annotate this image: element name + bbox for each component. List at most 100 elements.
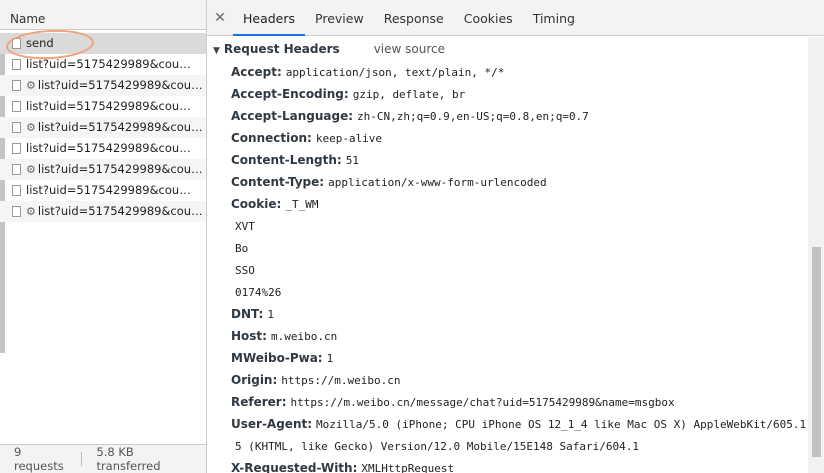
- header-row: X-Requested-With: XMLHttpRequest: [207, 457, 808, 473]
- tab-preview[interactable]: Preview: [305, 0, 374, 36]
- header-row: Origin: https://m.weibo.cn: [207, 369, 808, 391]
- request-row[interactable]: ⚙ list?uid=5175429989&coun...: [0, 75, 206, 96]
- file-icon: [12, 185, 21, 196]
- header-value: 5 (KHTML, like Gecko) Version/12.0 Mobil…: [235, 440, 639, 453]
- request-name: list?uid=5175429989&coun...: [37, 78, 206, 92]
- header-value: Mozilla/5.0 (iPhone; CPU iPhone OS 12_1_…: [316, 418, 808, 431]
- header-value: 51: [345, 154, 359, 167]
- header-key: DNT:: [231, 307, 264, 321]
- header-row: Cookie: _T_WM: [207, 193, 808, 215]
- header-row: Accept-Encoding: gzip, deflate, br: [207, 83, 808, 105]
- header-value: XMLHttpRequest: [361, 462, 455, 473]
- request-row[interactable]: list?uid=5175429989&count=...: [0, 138, 206, 159]
- header-value: zh-CN,zh;q=0.9,en-US;q=0.8,en;q=0.7: [357, 110, 589, 123]
- file-icon: [12, 122, 21, 133]
- status-bar: 9 requests 5.8 KB transferred: [0, 444, 206, 473]
- header-value: application/json, text/plain, */*: [285, 66, 505, 79]
- request-row[interactable]: ⚙ list?uid=5175429989&coun...: [0, 159, 206, 180]
- header-row: Content-Type: application/x-www-form-urle…: [207, 171, 808, 193]
- header-value: SSO: [235, 264, 255, 277]
- header-key: User-Agent:: [231, 417, 313, 431]
- details-tabbar: ✕ Headers Preview Response Cookies Timing: [207, 0, 824, 36]
- header-value: 1: [267, 308, 274, 321]
- section-title: Request Headers: [223, 42, 340, 56]
- header-value: _T_WM: [285, 198, 319, 211]
- file-icon: [12, 59, 21, 70]
- file-icon: [12, 206, 21, 217]
- header-key: Accept:: [231, 65, 282, 79]
- header-row: Content-Length: 51: [207, 149, 808, 171]
- scrollbar-thumb[interactable]: [812, 247, 821, 457]
- header-value: https://m.weibo.cn/message/chat?uid=5175…: [290, 396, 675, 409]
- header-row: Referer: https://m.weibo.cn/message/chat?…: [207, 391, 808, 413]
- file-icon: [12, 80, 21, 91]
- header-value: gzip, deflate, br: [352, 88, 466, 101]
- request-list-panel: Name send list?uid=5175429989&count=... ⚙ l…: [0, 0, 207, 473]
- headers-content: ▼ Request Headers view source Accept: appli…: [207, 37, 808, 473]
- header-key: Referer:: [231, 395, 287, 409]
- caret-down-icon[interactable]: ▼: [213, 46, 220, 56]
- request-row[interactable]: list?uid=5175429989&count=...: [0, 180, 206, 201]
- close-icon[interactable]: ✕: [207, 10, 233, 26]
- header-value: m.weibo.cn: [270, 330, 338, 343]
- gear-icon: ⚙: [26, 121, 36, 134]
- tab-cookies[interactable]: Cookies: [454, 0, 523, 36]
- header-list: Accept: application/json, text/plain, */*…: [207, 61, 808, 473]
- header-value: application/x-www-form-urlencoded: [328, 176, 547, 189]
- tab-timing[interactable]: Timing: [523, 0, 585, 36]
- file-icon: [12, 101, 21, 112]
- header-row: Bo: [207, 237, 808, 259]
- request-name: list?uid=5175429989&coun...: [37, 162, 206, 176]
- header-key: X-Requested-With:: [231, 461, 358, 473]
- header-key: Accept-Encoding:: [231, 87, 349, 101]
- header-row: Accept: application/json, text/plain, */*: [207, 61, 808, 83]
- header-value: 0174%26: [235, 286, 282, 299]
- request-name: list?uid=5175429989&count=...: [26, 183, 196, 197]
- gear-icon: ⚙: [26, 163, 36, 176]
- header-row: 5 (KHTML, like Gecko) Version/12.0 Mobil…: [207, 435, 808, 457]
- request-row[interactable]: ⚙ list?uid=5175429989&coun...: [0, 117, 206, 138]
- tab-response[interactable]: Response: [374, 0, 454, 36]
- header-row: DNT: 1: [207, 303, 808, 325]
- right-scrollbar[interactable]: [808, 37, 824, 473]
- request-row[interactable]: ⚙ list?uid=5175429989&coun...: [0, 201, 206, 222]
- header-key: Content-Length:: [231, 153, 342, 167]
- header-row: Host: m.weibo.cn: [207, 325, 808, 347]
- transferred-size: 5.8 KB transferred: [96, 445, 161, 473]
- view-source-link[interactable]: view source: [374, 42, 445, 56]
- tab-headers[interactable]: Headers: [233, 0, 306, 36]
- file-icon: [12, 143, 21, 154]
- request-row[interactable]: send: [0, 33, 206, 54]
- header-value: https://m.weibo.cn: [281, 374, 401, 387]
- request-name: send: [26, 36, 54, 50]
- request-row[interactable]: list?uid=5175429989&count=...: [0, 96, 206, 117]
- header-key: Accept-Language:: [231, 109, 354, 123]
- header-value: Bo: [235, 242, 249, 255]
- name-column-header[interactable]: Name: [0, 0, 206, 30]
- request-name: list?uid=5175429989&coun...: [37, 204, 206, 218]
- header-key: Host:: [231, 329, 267, 343]
- request-name: list?uid=5175429989&coun...: [37, 120, 206, 134]
- header-key: Connection:: [231, 131, 312, 145]
- request-name: list?uid=5175429989&count=...: [26, 57, 196, 71]
- header-row: MWeibo-Pwa: 1: [207, 347, 808, 369]
- details-panel: ✕ Headers Preview Response Cookies Timing ▼ R…: [207, 0, 824, 473]
- header-key: Cookie:: [231, 197, 282, 211]
- header-row: 0174%26: [207, 281, 808, 303]
- header-row: SSO: [207, 259, 808, 281]
- file-icon: [12, 164, 21, 175]
- request-list: send list?uid=5175429989&count=... ⚙ list?u…: [0, 33, 206, 222]
- header-row: User-Agent: Mozilla/5.0 (iPhone; CPU iPho…: [207, 413, 808, 435]
- gear-icon: ⚙: [26, 205, 36, 218]
- request-headers-section[interactable]: ▼ Request Headers view source: [207, 37, 808, 61]
- header-key: MWeibo-Pwa:: [231, 351, 323, 365]
- header-value: keep-alive: [315, 132, 383, 145]
- header-key: Content-Type:: [231, 175, 325, 189]
- request-name: list?uid=5175429989&count=...: [26, 141, 196, 155]
- header-key: Origin:: [231, 373, 278, 387]
- request-row[interactable]: list?uid=5175429989&count=...: [0, 54, 206, 75]
- gear-icon: ⚙: [26, 79, 36, 92]
- request-count: 9 requests: [14, 445, 64, 473]
- file-icon: [12, 38, 21, 49]
- header-row: Connection: keep-alive: [207, 127, 808, 149]
